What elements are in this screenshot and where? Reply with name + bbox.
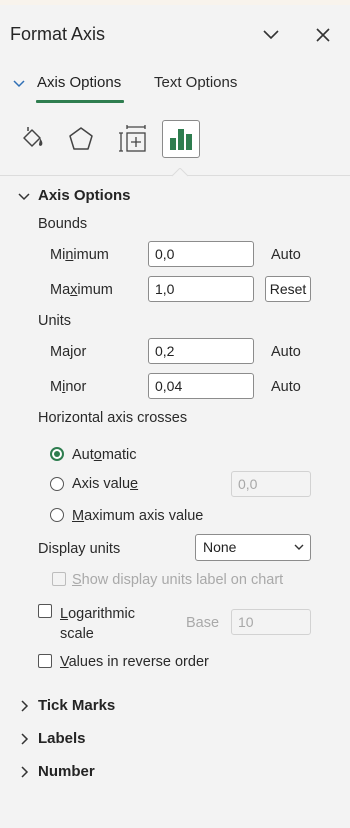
tab-text-options[interactable]: Text Options xyxy=(154,74,237,91)
axis-crosses-label: Horizontal axis crosses xyxy=(38,410,188,426)
number-title: Number xyxy=(38,763,95,780)
chevron-right-icon xyxy=(21,699,29,712)
labels-section-header[interactable]: Labels xyxy=(18,730,86,747)
section-title: Axis Options xyxy=(38,187,131,204)
axis-value-input[interactable]: 0,0 xyxy=(231,471,311,497)
tick-marks-title: Tick Marks xyxy=(38,697,116,714)
chevron-right-icon xyxy=(21,732,29,745)
logarithmic-scale-label: Logarithmic scale xyxy=(60,606,135,642)
automatic-label: Automatic xyxy=(72,447,137,463)
minimum-input[interactable]: 0,0 xyxy=(148,241,254,267)
minimum-auto-label: Auto xyxy=(271,247,301,263)
axis-options-button[interactable] xyxy=(162,120,200,158)
size-properties-button[interactable] xyxy=(114,120,152,158)
units-label: Units xyxy=(38,313,72,329)
tick-marks-section-header[interactable]: Tick Marks xyxy=(18,697,115,714)
size-properties-icon xyxy=(119,125,146,152)
effects-button[interactable] xyxy=(62,120,100,158)
show-display-units-checkbox[interactable] xyxy=(52,572,66,586)
pentagon-icon xyxy=(69,127,93,150)
reverse-order-checkbox[interactable] xyxy=(38,654,52,668)
major-auto-label: Auto xyxy=(271,344,301,360)
logarithmic-scale-checkbox[interactable] xyxy=(38,604,52,618)
chevron-down-icon xyxy=(18,192,30,200)
minor-input[interactable]: 0,04 xyxy=(148,373,254,399)
display-units-select[interactable]: None xyxy=(195,534,311,561)
maximum-label: Maximum xyxy=(50,282,113,298)
maximum-input[interactable]: 1,0 xyxy=(148,276,254,302)
active-tab-indicator xyxy=(36,100,124,103)
close-panel-button[interactable] xyxy=(308,20,338,50)
tab-chevron-icon xyxy=(12,76,28,92)
fill-line-button[interactable] xyxy=(13,120,51,158)
chevron-down-icon xyxy=(294,544,304,550)
selection-pointer xyxy=(172,168,188,177)
maximum-axis-value-radio[interactable] xyxy=(50,508,64,522)
display-units-value: None xyxy=(203,539,237,555)
maximum-reset-button[interactable]: Reset xyxy=(265,276,311,302)
minimum-label: Minimum xyxy=(50,247,109,263)
base-label: Base xyxy=(186,615,220,631)
minor-auto-label: Auto xyxy=(271,379,301,395)
bounds-label: Bounds xyxy=(38,216,88,232)
major-input[interactable]: 0,2 xyxy=(148,338,254,364)
chevron-down-icon xyxy=(263,30,279,40)
minor-label: Minor xyxy=(50,379,87,395)
display-units-label: Display units xyxy=(38,541,121,557)
panel-title: Format Axis xyxy=(10,24,106,44)
show-display-units-label: Show display units label on chart xyxy=(72,572,284,588)
maximum-axis-value-label: Maximum axis value xyxy=(72,508,204,524)
axis-value-label: Axis value xyxy=(72,476,139,492)
bar-chart-icon xyxy=(170,129,192,150)
chevron-right-icon xyxy=(21,765,29,778)
automatic-radio[interactable] xyxy=(50,447,64,461)
close-icon xyxy=(316,28,330,42)
reverse-order-label: Values in reverse order xyxy=(60,654,209,670)
major-label: Major xyxy=(50,344,87,360)
base-input[interactable]: 10 xyxy=(231,609,311,635)
axis-options-section-header[interactable]: Axis Options xyxy=(18,187,131,204)
top-strip xyxy=(0,0,350,5)
paint-bucket-icon xyxy=(23,127,43,147)
number-section-header[interactable]: Number xyxy=(18,763,95,780)
labels-title: Labels xyxy=(38,730,86,747)
axis-value-radio[interactable] xyxy=(50,477,64,491)
tab-axis-options[interactable]: Axis Options xyxy=(37,74,121,91)
collapse-panel-button[interactable] xyxy=(256,20,286,50)
